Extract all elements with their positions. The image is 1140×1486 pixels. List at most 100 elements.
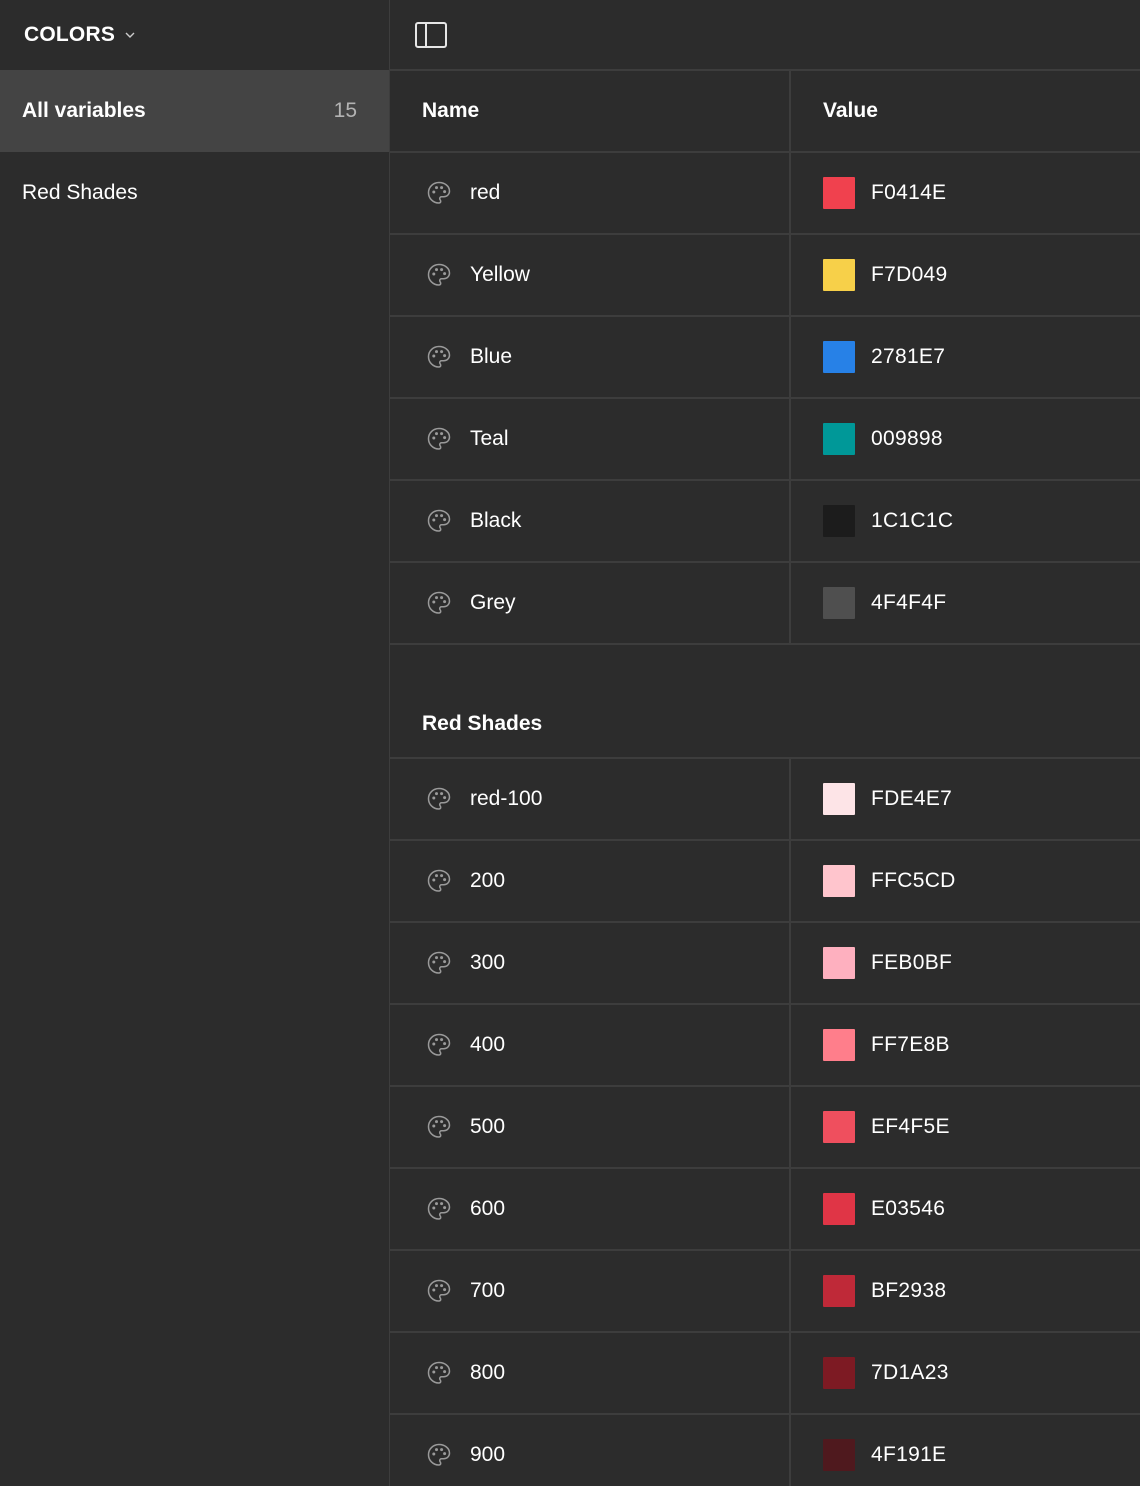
variable-name: Blue [470, 345, 513, 368]
palette-icon [426, 508, 452, 534]
color-swatch[interactable] [823, 423, 855, 455]
color-swatch[interactable] [823, 865, 855, 897]
color-swatch[interactable] [823, 177, 855, 209]
variable-value-cell[interactable]: E03546 [791, 1169, 1140, 1249]
color-swatch[interactable] [823, 1111, 855, 1143]
table-row[interactable]: red-100 FDE4E7 [390, 759, 1140, 841]
table-row[interactable]: 900 4F191E [390, 1415, 1140, 1486]
variable-name-cell[interactable]: 600 [390, 1169, 791, 1249]
palette-icon [426, 1032, 452, 1058]
table-row[interactable]: Black 1C1C1C [390, 481, 1140, 563]
variable-name-cell[interactable]: 800 [390, 1333, 791, 1413]
color-swatch[interactable] [823, 341, 855, 373]
palette-icon [426, 868, 452, 894]
variable-name: 400 [470, 1033, 506, 1056]
sidebar-item-all-variables[interactable]: All variables 15 [0, 70, 389, 152]
variable-value-cell[interactable]: BF2938 [791, 1251, 1140, 1331]
variable-value-cell[interactable]: 4F191E [791, 1415, 1140, 1486]
palette-icon [426, 262, 452, 288]
variable-name: 900 [470, 1443, 506, 1466]
table-row[interactable]: red F0414E [390, 153, 1140, 235]
variable-count: 15 [333, 99, 357, 122]
variable-value-cell[interactable]: 009898 [791, 399, 1140, 479]
variable-name-cell[interactable]: 900 [390, 1415, 791, 1486]
variable-name-cell[interactable]: Teal [390, 399, 791, 479]
variable-value-cell[interactable]: 2781E7 [791, 317, 1140, 397]
hex-value: EF4F5E [871, 1115, 950, 1138]
variable-name-cell[interactable]: 300 [390, 923, 791, 1003]
variable-value-cell[interactable]: 7D1A23 [791, 1333, 1140, 1413]
palette-icon [426, 426, 452, 452]
palette-icon [426, 1360, 452, 1386]
variable-name-cell[interactable]: 400 [390, 1005, 791, 1085]
variable-name: 500 [470, 1115, 506, 1138]
variable-value-cell[interactable]: F7D049 [791, 235, 1140, 315]
variable-name-cell[interactable]: 200 [390, 841, 791, 921]
hex-value: FDE4E7 [871, 787, 953, 810]
table-row[interactable]: Blue 2781E7 [390, 317, 1140, 399]
collection-selector[interactable]: COLORS [0, 0, 389, 70]
variable-value-cell[interactable]: EF4F5E [791, 1087, 1140, 1167]
variable-name: 800 [470, 1361, 506, 1384]
color-swatch[interactable] [823, 783, 855, 815]
hex-value: F0414E [871, 181, 947, 204]
variable-value-cell[interactable]: 1C1C1C [791, 481, 1140, 561]
color-swatch[interactable] [823, 1357, 855, 1389]
table-row[interactable]: 700 BF2938 [390, 1251, 1140, 1333]
variable-name: Yellow [470, 263, 530, 286]
table-row[interactable]: Grey 4F4F4F [390, 563, 1140, 645]
color-swatch[interactable] [823, 1193, 855, 1225]
palette-icon [426, 590, 452, 616]
column-header-name: Name [390, 71, 791, 151]
group-variables-red-shades: red-100 FDE4E7 200 FFC5CD 300 FEB0BF 400 FF7E8B… [390, 759, 1140, 1486]
group-header-red-shades: Red Shades [390, 691, 1140, 759]
sidebar-item-red-shades[interactable]: Red Shades [0, 152, 389, 234]
color-swatch[interactable] [823, 259, 855, 291]
table-row[interactable]: 800 7D1A23 [390, 1333, 1140, 1415]
variable-name-cell[interactable]: red-100 [390, 759, 791, 839]
palette-icon [426, 1442, 452, 1468]
ungrouped-variables: red F0414E Yellow F7D049 Blue 2781E7 Teal 00989… [390, 153, 1140, 645]
variable-name-cell[interactable]: Yellow [390, 235, 791, 315]
variable-name: Black [470, 509, 522, 532]
variable-value-cell[interactable]: 4F4F4F [791, 563, 1140, 643]
hex-value: 4F191E [871, 1443, 947, 1466]
variable-value-cell[interactable]: FEB0BF [791, 923, 1140, 1003]
collection-name: COLORS [24, 23, 116, 46]
color-swatch[interactable] [823, 947, 855, 979]
table-row[interactable]: 500 EF4F5E [390, 1087, 1140, 1169]
variable-value-cell[interactable]: F0414E [791, 153, 1140, 233]
toggle-sidebar-button[interactable] [414, 18, 448, 52]
variable-name-cell[interactable]: Black [390, 481, 791, 561]
variable-name-cell[interactable]: 700 [390, 1251, 791, 1331]
table-row[interactable]: 300 FEB0BF [390, 923, 1140, 1005]
table-row[interactable]: 200 FFC5CD [390, 841, 1140, 923]
color-swatch[interactable] [823, 1439, 855, 1471]
table-row[interactable]: 600 E03546 [390, 1169, 1140, 1251]
variable-name: red-100 [470, 787, 543, 810]
sidebar-item-label: Red Shades [22, 181, 138, 204]
variable-value-cell[interactable]: FDE4E7 [791, 759, 1140, 839]
palette-icon [426, 1278, 452, 1304]
hex-value: F7D049 [871, 263, 948, 286]
color-swatch[interactable] [823, 1275, 855, 1307]
toolbar [390, 0, 1140, 71]
variable-value-cell[interactable]: FF7E8B [791, 1005, 1140, 1085]
variable-name-cell[interactable]: 500 [390, 1087, 791, 1167]
color-swatch[interactable] [823, 587, 855, 619]
hex-value: 1C1C1C [871, 509, 954, 532]
variable-value-cell[interactable]: FFC5CD [791, 841, 1140, 921]
color-swatch[interactable] [823, 1029, 855, 1061]
variable-name: 300 [470, 951, 506, 974]
variable-name-cell[interactable]: Blue [390, 317, 791, 397]
palette-icon [426, 786, 452, 812]
variable-name: red [470, 181, 501, 204]
variable-name-cell[interactable]: red [390, 153, 791, 233]
table-row[interactable]: Yellow F7D049 [390, 235, 1140, 317]
palette-icon [426, 180, 452, 206]
color-swatch[interactable] [823, 505, 855, 537]
table-row[interactable]: 400 FF7E8B [390, 1005, 1140, 1087]
table-row[interactable]: Teal 009898 [390, 399, 1140, 481]
palette-icon [426, 950, 452, 976]
variable-name-cell[interactable]: Grey [390, 563, 791, 643]
